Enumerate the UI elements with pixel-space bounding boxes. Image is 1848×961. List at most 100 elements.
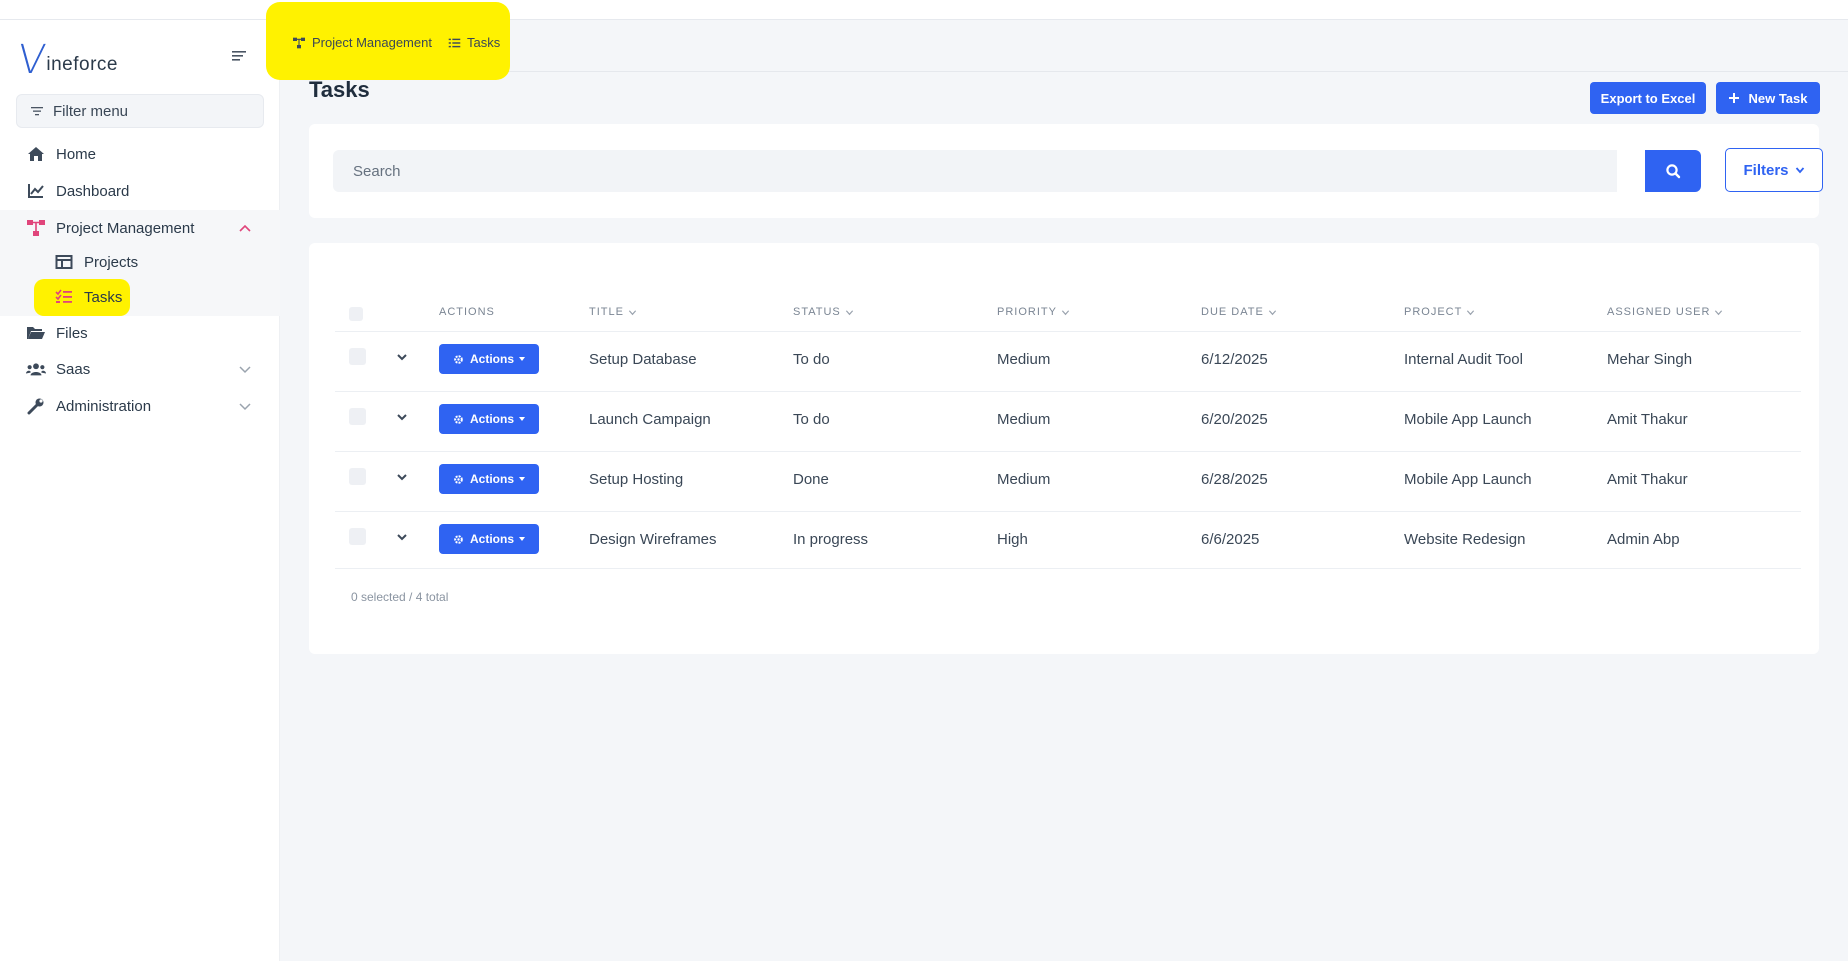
row-checkbox[interactable] [349, 528, 366, 545]
sidebar-item-project-management[interactable]: Project Management [0, 210, 280, 246]
task-title[interactable]: Launch Campaign [589, 411, 711, 428]
row-checkbox[interactable] [349, 348, 366, 365]
search-card: Filters [309, 124, 1823, 218]
sidebar-item-projects[interactable]: Projects [0, 246, 280, 278]
search-input[interactable] [333, 150, 1617, 192]
column-header-status[interactable]: STATUS [793, 306, 854, 318]
new-task-label: New Task [1748, 90, 1808, 106]
sidebar-item-administration[interactable]: Administration [0, 388, 280, 424]
filter-menu-placeholder: Filter menu [53, 102, 129, 120]
export-excel-button[interactable]: Export to Excel [1590, 82, 1706, 114]
task-priority: High [997, 531, 1028, 548]
sitemap-icon [293, 37, 305, 48]
chevron-down-icon [239, 366, 251, 374]
task-title[interactable]: Setup Hosting [589, 471, 683, 488]
chevron-down-icon [239, 403, 251, 411]
sidebar-item-label: Tasks [84, 288, 123, 306]
column-header-priority[interactable]: PRIORITY [997, 306, 1070, 318]
chevron-down-icon[interactable] [395, 530, 409, 544]
gear-icon [454, 414, 463, 424]
menu-toggle-icon[interactable] [229, 46, 251, 68]
column-header-actions: ACTIONS [439, 306, 495, 318]
sidebar-item-saas[interactable]: Saas [0, 351, 280, 387]
task-title[interactable]: Setup Database [589, 351, 697, 368]
filter-icon [31, 107, 43, 116]
sidebar-item-tasks[interactable]: Tasks [0, 280, 280, 314]
select-all-checkbox[interactable] [349, 307, 363, 321]
column-header-assigned-user[interactable]: ASSIGNED USER [1607, 306, 1723, 318]
header-divider [335, 331, 1801, 332]
sidebar-item-label: Administration [56, 397, 152, 415]
row-checkbox[interactable] [349, 468, 366, 485]
breadcrumb-project-management[interactable]: Project Management [292, 35, 432, 50]
search-button[interactable] [1645, 150, 1701, 192]
users-icon [26, 360, 46, 378]
row-checkbox[interactable] [349, 408, 366, 425]
task-due-date: 6/6/2025 [1201, 531, 1260, 548]
main-content: Project Management Tasks Tasks Export to… [266, 2, 1848, 961]
sidebar-item-home[interactable]: Home [0, 136, 280, 172]
task-title[interactable]: Design Wireframes [589, 531, 717, 548]
task-due-date: 6/12/2025 [1201, 351, 1268, 368]
plus-icon [1729, 93, 1740, 103]
gear-icon [454, 354, 463, 364]
sidebar-item-label: Files [56, 324, 88, 342]
breadcrumb-label: Project Management [312, 35, 432, 50]
brand-logo[interactable]: V ineforce [16, 37, 118, 83]
row-divider [335, 568, 1801, 569]
actions-dropdown-button[interactable]: Actions [439, 404, 539, 434]
actions-dropdown-button[interactable]: Actions [439, 464, 539, 494]
task-status: To do [793, 411, 830, 428]
sidebar-item-files[interactable]: Files [0, 316, 280, 350]
sidebar-item-label: Dashboard [56, 182, 130, 200]
breadcrumb: Project Management Tasks [266, 2, 1848, 80]
gear-icon [454, 474, 463, 484]
tasks-table-card: ACTIONS TITLE STATUS PRIORITY DUE DATE P… [309, 243, 1819, 654]
task-status: In progress [793, 531, 869, 548]
chevron-down-icon[interactable] [395, 350, 409, 364]
wrench-icon [26, 397, 46, 415]
sort-chevron-icon [845, 309, 853, 315]
task-priority: Medium [997, 411, 1051, 428]
task-status: To do [793, 351, 830, 368]
chevron-down-icon[interactable] [395, 470, 409, 484]
chart-line-icon [26, 182, 46, 200]
breadcrumb-label: Tasks [467, 35, 501, 50]
task-assigned-user: Mehar Singh [1607, 351, 1693, 368]
chevron-down-icon[interactable] [395, 410, 409, 424]
task-project: Internal Audit Tool [1404, 351, 1523, 368]
task-project: Website Redesign [1404, 531, 1526, 548]
column-header-due-date[interactable]: DUE DATE [1201, 306, 1277, 318]
task-status: Done [793, 471, 829, 488]
filter-menu-input[interactable]: Filter menu [16, 94, 264, 128]
task-due-date: 6/28/2025 [1201, 471, 1268, 488]
sidebar: V ineforce Filter menu Home Dashboard Pr… [0, 20, 280, 961]
new-task-button[interactable]: New Task [1716, 82, 1820, 114]
breadcrumb-tasks[interactable]: Tasks [448, 35, 500, 50]
search-icon [1666, 164, 1681, 179]
caret-down-icon [519, 417, 525, 421]
page-title: Tasks [309, 77, 370, 102]
sort-chevron-icon [628, 309, 637, 315]
column-header-title[interactable]: TITLE [589, 306, 637, 318]
actions-dropdown-button[interactable]: Actions [439, 344, 539, 374]
row-divider [335, 391, 1801, 392]
filters-button[interactable]: Filters [1725, 148, 1823, 192]
sidebar-item-label: Home [56, 145, 97, 163]
actions-dropdown-button[interactable]: Actions [439, 524, 539, 554]
sort-chevron-icon [1061, 309, 1070, 315]
caret-down-icon [519, 357, 525, 361]
row-divider [335, 511, 1801, 512]
gear-icon [454, 534, 463, 544]
task-priority: Medium [997, 471, 1051, 488]
task-project: Mobile App Launch [1404, 411, 1532, 428]
task-priority: Medium [997, 351, 1051, 368]
logo-text: ineforce [46, 54, 118, 75]
chevron-down-icon [1795, 167, 1804, 174]
sidebar-item-dashboard[interactable]: Dashboard [0, 173, 280, 209]
sidebar-item-label: Project Management [56, 219, 195, 237]
task-due-date: 6/20/2025 [1201, 411, 1268, 428]
task-assigned-user: Amit Thakur [1607, 471, 1688, 488]
column-header-project[interactable]: PROJECT [1404, 306, 1475, 318]
folder-open-icon [26, 324, 46, 342]
